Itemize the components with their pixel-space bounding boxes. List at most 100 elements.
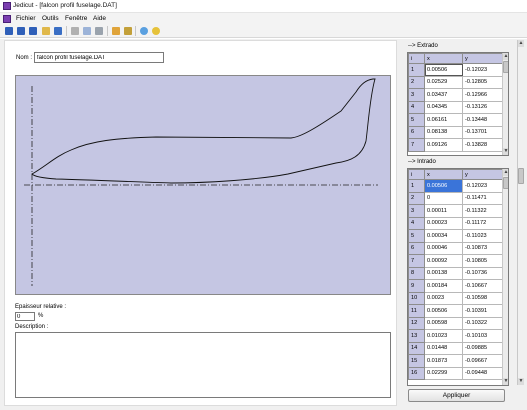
menu-outils[interactable]: Outils (40, 14, 61, 23)
intrados-row[interactable]: 16 0.02299 -0.09448 (408, 366, 503, 380)
extrados-cell-i[interactable]: 1 (408, 63, 425, 77)
intrados-row[interactable]: 3 0.00011 -0.11322 (408, 204, 503, 218)
extrados-cell-x[interactable]: 0.06161 (424, 113, 463, 127)
extrados-cell-x[interactable]: 0.09126 (424, 138, 463, 152)
star-icon[interactable] (152, 27, 160, 35)
doc-d-icon[interactable] (5, 27, 13, 35)
intrados-row[interactable]: 1 0.00506 -0.12023 (408, 179, 503, 193)
intrados-cell-x[interactable]: 0.00598 (424, 316, 463, 330)
intrados-row[interactable]: 9 0.00184 -0.10667 (408, 279, 503, 293)
intrados-cell-x[interactable]: 0.02299 (424, 366, 463, 380)
scroll-thumb[interactable] (503, 177, 508, 189)
intrados-row[interactable]: 4 0.00023 -0.11172 (408, 216, 503, 230)
intrados-grid[interactable]: i x y 1 0.00506 -0.12023 2 0 -0.11471 3 0.00011… (407, 168, 509, 386)
intrados-row[interactable]: 2 0 -0.11471 (408, 191, 503, 205)
intrados-cell-i[interactable]: 13 (408, 329, 425, 343)
intrados-cell-i[interactable]: 5 (408, 229, 425, 243)
help-icon[interactable] (140, 27, 148, 35)
intrados-row[interactable]: 7 0.00092 -0.10805 (408, 254, 503, 268)
intrados-header-x[interactable]: x (424, 169, 463, 180)
intrados-cell-y[interactable]: -0.10322 (462, 316, 503, 330)
save-icon[interactable] (54, 27, 62, 35)
scroll-up-arrow-icon[interactable]: ▲ (503, 169, 508, 176)
extrados-cell-i[interactable]: 6 (408, 125, 425, 139)
intrados-cell-y[interactable]: -0.11322 (462, 204, 503, 218)
description-textarea[interactable] (15, 332, 391, 398)
scroll-down-arrow-icon[interactable]: ▼ (503, 148, 508, 155)
extrados-row[interactable]: 7 0.09126 -0.13828 (408, 138, 503, 152)
intrados-cell-y[interactable]: -0.11172 (462, 216, 503, 230)
intrados-cell-y[interactable]: -0.10598 (462, 291, 503, 305)
intrados-cell-i[interactable]: 1 (408, 179, 425, 193)
intrados-row[interactable]: 15 0.01873 -0.09667 (408, 354, 503, 368)
doc-b-icon[interactable] (29, 27, 37, 35)
extrados-header-y[interactable]: y (462, 53, 503, 64)
extrados-cell-y[interactable]: -0.13126 (462, 100, 503, 114)
zoom-icon[interactable] (124, 27, 132, 35)
scroll-up-arrow-icon[interactable]: ▲ (518, 40, 524, 47)
extrados-header-x[interactable]: x (424, 53, 463, 64)
menu-aide[interactable]: Aide (91, 14, 108, 23)
intrados-cell-y[interactable]: -0.10736 (462, 266, 503, 280)
intrados-cell-x[interactable]: 0.00092 (424, 254, 463, 268)
extrados-cell-i[interactable]: 2 (408, 75, 425, 89)
extrados-cell-i[interactable]: 3 (408, 88, 425, 102)
extrados-cell-y[interactable]: -0.13701 (462, 125, 503, 139)
intrados-cell-i[interactable]: 6 (408, 241, 425, 255)
extrados-cell-x[interactable]: 0.08138 (424, 125, 463, 139)
document-icon[interactable] (3, 15, 11, 23)
print-icon[interactable] (95, 27, 103, 35)
intrados-cell-y[interactable]: -0.11023 (462, 229, 503, 243)
extrados-row[interactable]: 1 0.00506 -0.12023 (408, 63, 503, 77)
extrados-cell-y[interactable]: -0.12805 (462, 75, 503, 89)
extrados-cell-i[interactable]: 5 (408, 113, 425, 127)
intrados-cell-i[interactable]: 8 (408, 266, 425, 280)
scroll-down-arrow-icon[interactable]: ▼ (518, 378, 524, 385)
intrados-cell-y[interactable]: -0.12023 (462, 179, 503, 193)
intrados-cell-i[interactable]: 3 (408, 204, 425, 218)
menu-fichier[interactable]: Fichier (14, 14, 38, 23)
intrados-cell-x[interactable]: 0.01023 (424, 329, 463, 343)
profile-plot[interactable] (15, 75, 391, 295)
extrados-scrollbar[interactable]: ▲ ▼ (502, 53, 508, 155)
intrados-cell-i[interactable]: 7 (408, 254, 425, 268)
extrados-row[interactable]: 3 0.03437 -0.12966 (408, 88, 503, 102)
intrados-cell-y[interactable]: -0.09448 (462, 366, 503, 380)
doc-p-icon[interactable] (17, 27, 25, 35)
intrados-row[interactable]: 14 0.01448 -0.09885 (408, 341, 503, 355)
intrados-row[interactable]: 6 0.00046 -0.10873 (408, 241, 503, 255)
scroll-up-arrow-icon[interactable]: ▲ (503, 53, 508, 60)
intrados-cell-i[interactable]: 10 (408, 291, 425, 305)
panel-scrollbar[interactable]: ▲ ▼ (517, 40, 524, 385)
extrados-cell-i[interactable]: 4 (408, 100, 425, 114)
intrados-cell-y[interactable]: -0.11471 (462, 191, 503, 205)
menu-fenetre[interactable]: Fenêtre (63, 14, 89, 23)
intrados-cell-x[interactable]: 0.00138 (424, 266, 463, 280)
intrados-cell-y[interactable]: -0.10873 (462, 241, 503, 255)
intrados-row[interactable]: 10 0.0023 -0.10598 (408, 291, 503, 305)
apply-button[interactable]: Appliquer (408, 389, 505, 402)
intrados-cell-i[interactable]: 9 (408, 279, 425, 293)
extrados-cell-x[interactable]: 0.02529 (424, 75, 463, 89)
extrados-cell-x[interactable]: 0.03437 (424, 88, 463, 102)
intrados-cell-y[interactable]: -0.09885 (462, 341, 503, 355)
thickness-input[interactable] (15, 312, 35, 321)
extrados-row[interactable]: 6 0.08138 -0.13701 (408, 125, 503, 139)
intrados-cell-x[interactable]: 0.01873 (424, 354, 463, 368)
extrados-row[interactable]: 2 0.02529 -0.12805 (408, 75, 503, 89)
extrados-row[interactable]: 4 0.04345 -0.13126 (408, 100, 503, 114)
intrados-row[interactable]: 5 0.00034 -0.11023 (408, 229, 503, 243)
extrados-cell-x[interactable]: 0.00506 (424, 63, 463, 77)
intrados-cell-x[interactable]: 0.00184 (424, 279, 463, 293)
intrados-cell-x[interactable]: 0.00506 (424, 179, 463, 193)
intrados-cell-i[interactable]: 15 (408, 354, 425, 368)
intrados-cell-y[interactable]: -0.10805 (462, 254, 503, 268)
scroll-thumb[interactable] (503, 61, 508, 73)
extrados-row[interactable]: 5 0.06161 -0.13448 (408, 113, 503, 127)
extrados-cell-y[interactable]: -0.13828 (462, 138, 503, 152)
intrados-row[interactable]: 12 0.00598 -0.10322 (408, 316, 503, 330)
intrados-cell-y[interactable]: -0.09667 (462, 354, 503, 368)
intrados-header-i[interactable]: i (408, 169, 425, 180)
intrados-cell-i[interactable]: 4 (408, 216, 425, 230)
scroll-thumb[interactable] (518, 168, 524, 184)
